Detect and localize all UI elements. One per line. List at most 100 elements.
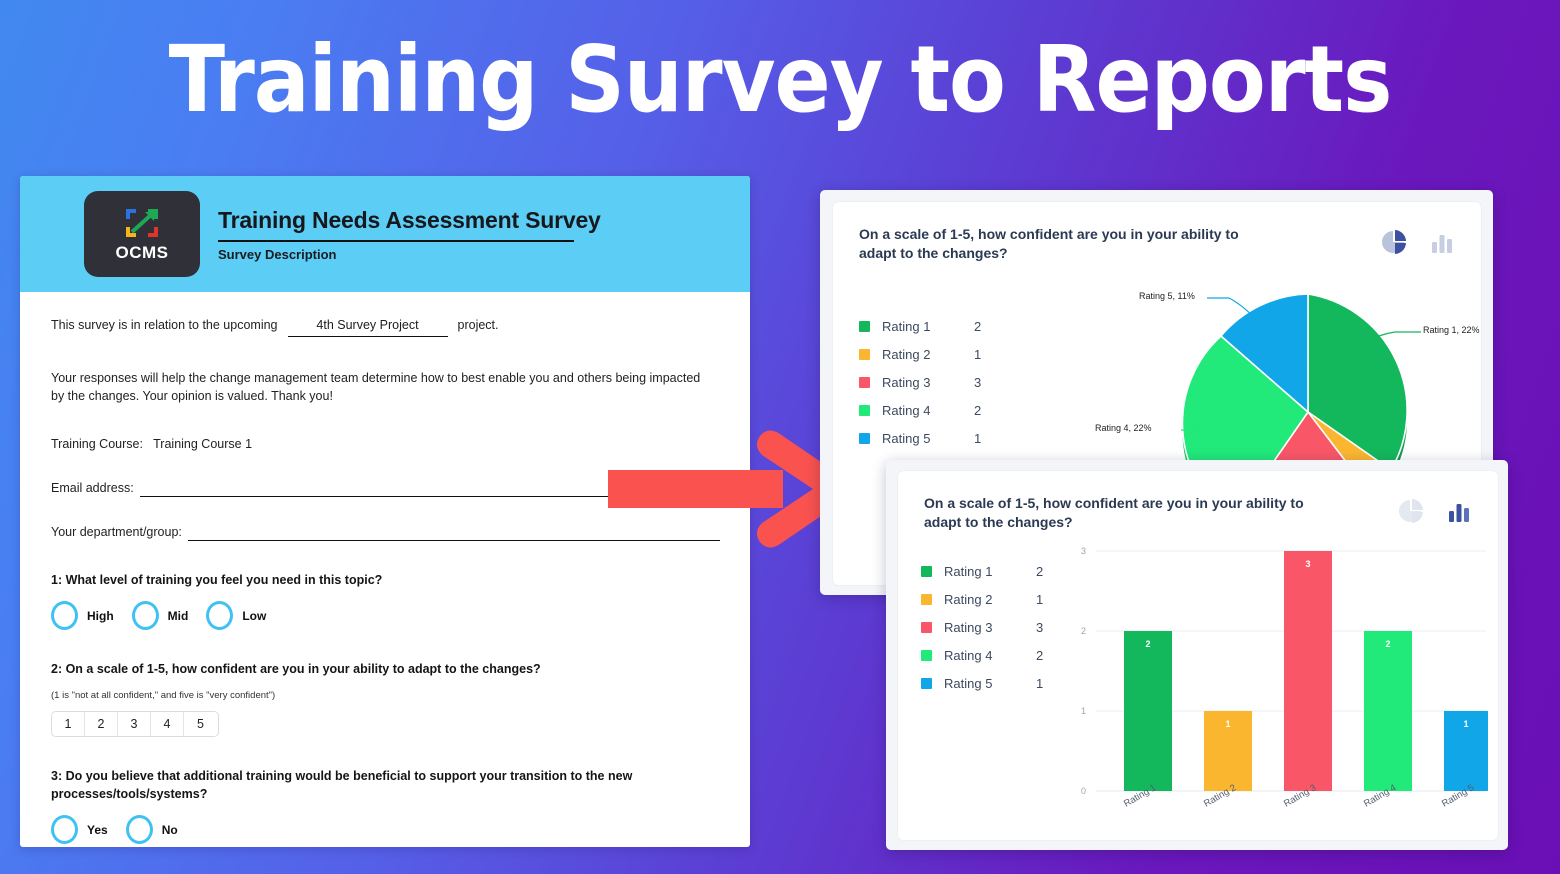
scale-option-4[interactable]: 4 <box>151 712 184 736</box>
legend-swatch-icon <box>859 404 870 416</box>
scale-option-1[interactable]: 1 <box>52 712 85 736</box>
question-2-hint: (1 is "not at all confident," and five i… <box>51 690 276 701</box>
pie-report-header: On a scale of 1-5, how confident are you… <box>833 202 1481 263</box>
ocms-logo: OCMS <box>84 191 200 277</box>
legend-value: 1 <box>1036 675 1044 691</box>
legend-label: Rating 5 <box>882 430 931 446</box>
department-label: Your department/group: <box>51 525 182 539</box>
bar-report-question: On a scale of 1-5, how confident are you… <box>924 495 1304 530</box>
option-label: Low <box>242 608 267 623</box>
legend-value: 3 <box>1036 619 1044 635</box>
intro-line: This survey is in relation to the upcomi… <box>51 316 720 337</box>
legend-item[interactable]: Rating 5 1 <box>859 424 981 452</box>
bar-legend: Rating 1 2 Rating 2 1 Rating 3 3 Rating … <box>921 557 1043 697</box>
survey-paragraph: Your responses will help the change mana… <box>51 371 701 403</box>
title-divider <box>218 239 574 242</box>
legend-swatch-icon <box>921 565 932 577</box>
legend-swatch-icon <box>921 649 932 661</box>
training-course-value: Training Course 1 <box>153 437 253 451</box>
option-yes[interactable]: Yes <box>51 815 108 844</box>
legend-swatch-icon <box>859 376 870 388</box>
legend-item[interactable]: Rating 1 2 <box>921 557 1043 585</box>
legend-label: Rating 4 <box>882 402 931 418</box>
option-label: Yes <box>87 822 108 837</box>
question-3-text: 3: Do you believe that additional traini… <box>51 769 633 801</box>
ocms-arrow-icon <box>123 206 161 240</box>
bar-value-1: 2 <box>1145 639 1150 649</box>
option-label: Mid <box>167 608 189 623</box>
question-2-text: 2: On a scale of 1-5, how confident are … <box>51 662 541 676</box>
ocms-logo-text: OCMS <box>115 242 169 262</box>
legend-item[interactable]: Rating 2 1 <box>921 585 1043 613</box>
legend-swatch-icon <box>859 348 870 360</box>
option-label: No <box>161 822 178 837</box>
legend-value: 1 <box>1036 591 1044 607</box>
radio-icon[interactable] <box>125 815 153 844</box>
bar-report-view-toggle <box>1398 494 1472 529</box>
legend-swatch-icon <box>859 320 870 332</box>
legend-value: 2 <box>1036 563 1044 579</box>
scale-option-5[interactable]: 5 <box>184 712 217 736</box>
y-tick-1: 1 <box>1081 706 1086 716</box>
legend-value: 2 <box>1036 647 1044 663</box>
bar-rating-1 <box>1124 631 1172 791</box>
survey-body: This survey is in relation to the upcomi… <box>20 292 750 844</box>
legend-item[interactable]: Rating 2 1 <box>859 340 981 368</box>
legend-swatch-icon <box>921 677 932 689</box>
legend-item[interactable]: Rating 1 2 <box>859 312 981 340</box>
pie-slice-label-rating1: Rating 1, 22% <box>1423 325 1480 335</box>
radio-icon[interactable] <box>51 815 78 844</box>
pie-slice-label-rating4: Rating 4, 22% <box>1095 423 1152 433</box>
legend-item[interactable]: Rating 5 1 <box>921 669 1043 697</box>
bar-chart-icon[interactable] <box>1446 498 1472 529</box>
scale-option-3[interactable]: 3 <box>118 712 151 736</box>
legend-label: Rating 4 <box>944 647 993 663</box>
radio-icon[interactable] <box>51 601 78 630</box>
bar-chart-graphic: 3 2 1 0 2 1 3 2 1 Rating 1 Rating 2 Rati… <box>1078 539 1496 839</box>
legend-label: Rating 1 <box>882 318 931 334</box>
intro-text-before: This survey is in relation to the upcomi… <box>51 318 278 332</box>
y-tick-0: 0 <box>1081 786 1086 796</box>
radio-icon[interactable] <box>206 601 234 630</box>
legend-item[interactable]: Rating 4 2 <box>859 396 981 424</box>
legend-item[interactable]: Rating 4 2 <box>921 641 1043 669</box>
pie-chart-icon[interactable] <box>1381 229 1407 260</box>
training-course-label: Training Course: <box>51 437 143 451</box>
legend-label: Rating 3 <box>882 374 931 390</box>
bar-chart-icon[interactable] <box>1429 229 1455 260</box>
bar-report-panel: On a scale of 1-5, how confident are you… <box>897 470 1499 841</box>
bar-report-header: On a scale of 1-5, how confident are you… <box>898 471 1498 532</box>
radio-icon[interactable] <box>131 601 159 630</box>
option-low[interactable]: Low <box>206 601 266 630</box>
transform-arrow-icon <box>608 424 854 554</box>
scale-option-2[interactable]: 2 <box>85 712 118 736</box>
option-no[interactable]: No <box>125 815 178 844</box>
intro-text-after: project. <box>457 318 499 332</box>
legend-item[interactable]: Rating 3 3 <box>921 613 1043 641</box>
project-name-field[interactable]: 4th Survey Project <box>287 316 448 337</box>
legend-value: 1 <box>974 430 982 446</box>
bar-value-2: 1 <box>1225 719 1230 729</box>
bar-value-3: 3 <box>1305 559 1310 569</box>
survey-title: Training Needs Assessment Survey <box>218 206 601 233</box>
bar-rating-4 <box>1364 631 1412 791</box>
legend-label: Rating 1 <box>944 563 993 579</box>
pie-report-view-toggle <box>1381 225 1455 260</box>
pie-chart-icon[interactable] <box>1398 498 1424 529</box>
legend-label: Rating 3 <box>944 619 993 635</box>
legend-value: 3 <box>974 374 982 390</box>
option-high[interactable]: High <box>51 601 114 630</box>
y-tick-2: 2 <box>1081 626 1086 636</box>
question-1: 1: What level of training you feel you n… <box>51 571 720 630</box>
question-3-options: Yes No <box>51 815 720 844</box>
option-mid[interactable]: Mid <box>131 601 189 630</box>
option-label: High <box>87 608 114 623</box>
survey-title-group: Training Needs Assessment Survey Survey … <box>218 207 601 262</box>
survey-subtitle: Survey Description <box>218 246 337 262</box>
question-3: 3: Do you believe that additional traini… <box>51 767 720 844</box>
legend-label: Rating 2 <box>944 591 993 607</box>
legend-item[interactable]: Rating 3 3 <box>859 368 981 396</box>
legend-swatch-icon <box>921 621 932 633</box>
survey-header: OCMS Training Needs Assessment Survey Su… <box>20 176 750 292</box>
legend-swatch-icon <box>859 432 870 444</box>
